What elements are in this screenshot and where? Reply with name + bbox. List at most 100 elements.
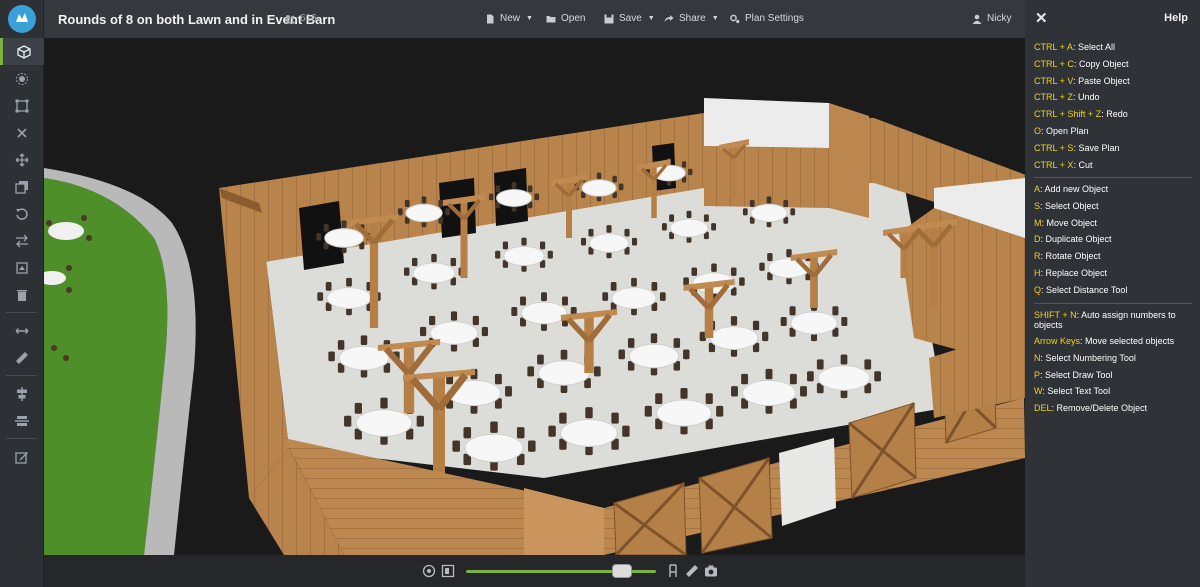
close-icon[interactable]: ✕ xyxy=(1035,9,1048,27)
shortcut-key: CTRL + Z xyxy=(1034,92,1073,103)
shortcut-row: M: Move Object xyxy=(1034,217,1098,228)
shortcut-row: N: Select Numbering Tool xyxy=(1034,352,1136,363)
ruler-icon[interactable] xyxy=(685,564,699,578)
camera-icon[interactable] xyxy=(704,564,718,578)
menu-plan-settings[interactable]: Plan Settings xyxy=(730,13,804,24)
target-icon[interactable] xyxy=(422,564,436,578)
shortcut-description: Remove/Delete Object xyxy=(1056,403,1148,414)
app-root: Rounds of 8 on both Lawn and in Event Ba… xyxy=(0,0,1200,587)
shortcut-description: Select All xyxy=(1077,42,1115,52)
distance-icon[interactable] xyxy=(0,317,44,344)
move-icon[interactable] xyxy=(0,146,44,173)
shortcut-row: CTRL + S: Save Plan xyxy=(1034,142,1120,153)
shortcut-key: CTRL + A xyxy=(1034,42,1073,52)
shortcut-row: W: Select Text Tool xyxy=(1034,386,1111,397)
shortcuts-tools: SHIFT + N: Auto assign numbers to object… xyxy=(1034,308,1194,417)
shortcut-key: M xyxy=(1034,217,1042,228)
frame-icon[interactable] xyxy=(441,564,455,578)
caret-down-icon: ▼ xyxy=(711,15,719,22)
event-barn-3d-scene xyxy=(44,98,1025,555)
shortcut-row: Q: Select Distance Tool xyxy=(1034,284,1128,295)
shortcut-row: A: Add new Object xyxy=(1034,184,1109,194)
shortcut-row: S: Select Object xyxy=(1034,200,1099,211)
shortcut-row: Arrow Keys: Move selected objects xyxy=(1034,336,1175,346)
align-icon[interactable] xyxy=(0,380,44,407)
menu-share[interactable]: Share ▼ xyxy=(664,13,719,24)
guests-icon xyxy=(284,14,296,23)
3d-view-icon[interactable] xyxy=(0,38,44,65)
shortcut-row: DEL: Remove/Delete Object xyxy=(1034,403,1148,414)
shortcut-description: Cut xyxy=(1078,159,1093,170)
shortcut-key: CTRL + V xyxy=(1034,75,1074,86)
app-logo[interactable] xyxy=(0,0,44,38)
shortcut-key: W xyxy=(1034,386,1043,397)
shortcut-description: Copy Object xyxy=(1078,58,1129,69)
menu-open[interactable]: Open xyxy=(546,13,585,24)
shortcut-key: Arrow Keys xyxy=(1034,336,1081,346)
user-menu[interactable]: Nicky xyxy=(972,13,1011,24)
shortcut-description: Paste Object xyxy=(1078,75,1130,86)
trash-icon[interactable] xyxy=(0,281,44,308)
shortcut-description: Rotate Object xyxy=(1045,251,1101,262)
shortcut-row: CTRL + Z: Undo xyxy=(1034,92,1100,103)
zoom-slider-thumb[interactable] xyxy=(611,564,632,578)
guest-count-value: 616 xyxy=(300,13,317,24)
menu-new-label: New xyxy=(500,13,521,24)
user-name: Nicky xyxy=(987,13,1012,24)
menu-new[interactable]: New ▼ xyxy=(485,13,533,24)
share-icon xyxy=(664,14,674,22)
3d-viewport[interactable] xyxy=(44,38,1025,555)
crop-icon[interactable] xyxy=(0,254,44,281)
shortcut-key: CTRL + C xyxy=(1034,58,1074,69)
shortcut-row: H: Replace Object xyxy=(1034,267,1108,278)
select-icon[interactable] xyxy=(0,92,44,119)
save-icon xyxy=(604,14,614,23)
folder-icon xyxy=(546,15,556,22)
menu-plan-settings-label: Plan Settings xyxy=(745,13,804,24)
chair-icon[interactable] xyxy=(666,564,680,578)
toolbar-divider xyxy=(6,312,37,313)
shortcut-description: Select Distance Tool xyxy=(1046,284,1128,295)
shortcut-row: D: Duplicate Object xyxy=(1034,234,1112,245)
menu-save[interactable]: Save ▼ xyxy=(604,13,655,24)
shortcut-description: Add new Object xyxy=(1044,184,1109,194)
shortcut-key: P xyxy=(1034,369,1041,380)
shortcut-description: Select Object xyxy=(1045,200,1099,211)
shortcut-row: O: Open Plan xyxy=(1034,125,1089,136)
top-bar: Rounds of 8 on both Lawn and in Event Ba… xyxy=(44,0,1025,38)
toolbar-divider xyxy=(6,375,37,376)
shortcut-description: Move selected objects xyxy=(1085,336,1175,346)
shortcut-row: CTRL + X: Cut xyxy=(1034,159,1093,170)
shortcut-description: Undo xyxy=(1077,92,1100,103)
measure-icon[interactable] xyxy=(0,344,44,371)
menu-save-label: Save xyxy=(619,13,642,24)
shortcut-description: Select Text Tool xyxy=(1047,386,1111,397)
shortcut-key: SHIFT + N xyxy=(1034,310,1077,320)
shortcut-key: R xyxy=(1034,251,1041,262)
shortcuts-objects: A: Add new Object S: Select Object M: Move… xyxy=(1034,181,1194,299)
shortcut-key: O xyxy=(1034,125,1042,136)
delete-cross-icon[interactable] xyxy=(0,119,44,146)
shortcut-description: Save Plan xyxy=(1078,142,1120,153)
shortcut-key: CTRL + S xyxy=(1034,142,1074,153)
shortcut-key: Q xyxy=(1034,284,1042,295)
toolbar-divider xyxy=(6,438,37,439)
help-panel: ✕ Help CTRL + A: Select All CTRL + C: Cop… xyxy=(1025,0,1200,587)
shortcut-description: Replace Object xyxy=(1045,267,1108,278)
shortcut-key: A xyxy=(1034,184,1041,194)
shortcut-row: CTRL + C: Copy Object xyxy=(1034,58,1129,69)
duplicate-icon[interactable] xyxy=(0,173,44,200)
shortcut-description: Redo xyxy=(1106,109,1128,120)
gears-icon xyxy=(730,14,740,23)
help-title: Help xyxy=(1164,12,1188,24)
edit-icon[interactable] xyxy=(0,443,44,470)
file-icon xyxy=(487,14,494,23)
shortcut-key: H xyxy=(1034,267,1041,278)
viewer-bottom-bar xyxy=(44,555,1025,587)
distribute-icon[interactable] xyxy=(0,407,44,434)
shortcut-key: CTRL + Shift + Z xyxy=(1034,109,1102,120)
objects-icon[interactable] xyxy=(0,65,44,92)
rotate-icon[interactable] xyxy=(0,200,44,227)
replace-icon[interactable] xyxy=(0,227,44,254)
shortcut-description: Select Numbering Tool xyxy=(1045,352,1136,363)
